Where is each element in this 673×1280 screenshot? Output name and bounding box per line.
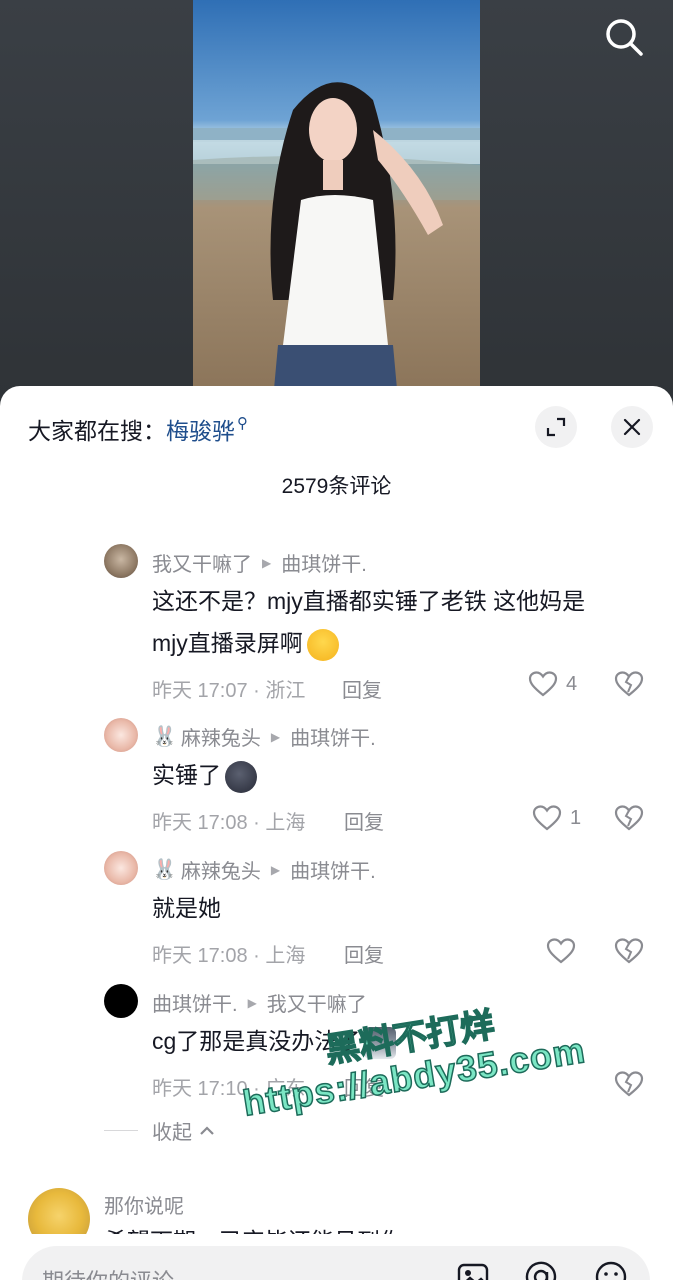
rabbit-emoji-icon: 🐰 [152,859,177,881]
reply-to-name[interactable]: 曲琪饼干. [290,855,376,884]
comment-text-part: mjy直播录屏啊 [152,630,303,656]
broken-heart-icon [614,805,644,831]
time-location: 昨天 17:08 · 上海 [152,945,306,967]
reply-arrow-icon: ▶ [270,862,281,877]
like-count: 4 [566,672,578,695]
grin-emoji-icon [306,628,339,661]
emoji-icon [595,1261,627,1280]
heart-icon [532,805,562,831]
reply-button[interactable]: 回复 [342,674,382,703]
search-icon [606,19,643,56]
mention-button[interactable] [524,1260,558,1280]
emoji-button[interactable] [594,1260,628,1280]
comment-sheet: 大家都在搜： 梅骏骅 ⚲ 2579条评论 我又干嘛了 ▶ 曲琪饼干. 这还不是？… [0,386,673,1280]
comment-input-bar: 期待你的评论 [0,1234,673,1280]
author-name[interactable]: 麻辣兔头 [181,855,261,884]
time-location: 昨天 17:10 · 广东 [152,1078,306,1100]
broken-heart-icon [614,1071,644,1097]
reply-to-name[interactable]: 曲琪饼干. [281,548,367,577]
close-button[interactable] [611,406,653,448]
reply-meta: 我又干嘛了 ▶ 曲琪饼干. [152,548,367,577]
author-name[interactable]: 曲琪饼干. [152,988,238,1017]
like-button[interactable]: 1 [532,804,581,832]
video-image [193,82,480,400]
reply-arrow-icon: ▶ [270,729,281,744]
time-location: 昨天 17:08 · 上海 [152,812,306,834]
avatar[interactable] [104,851,138,885]
reply-button[interactable]: 回复 [344,806,384,835]
expand-button[interactable] [535,406,577,448]
dark-face-emoji-icon [225,760,257,793]
comment-text: 实锤了 [152,754,257,796]
dislike-button[interactable] [614,670,644,703]
video-area[interactable] [0,0,673,400]
reply-to-name[interactable]: 曲琪饼干. [290,722,376,751]
avatar[interactable] [104,984,138,1018]
comment-text: cg了那是真没办法了 [152,1020,397,1062]
broken-heart-icon [614,671,644,697]
image-icon [457,1263,489,1280]
comment-text-line: 这还不是？mjy直播都实锤了老铁 这他妈是 [152,588,586,614]
comment-text-part: 实锤了 [152,762,221,788]
collapse-replies-button[interactable]: 收起 [104,1116,216,1145]
hot-search-prefix: 大家都在搜： [28,418,166,444]
comment-text: 这还不是？mjy直播都实锤了老铁 这他妈是 mjy直播录屏啊 [152,580,585,664]
comment-count: 2579条评论 [281,475,392,498]
author-name[interactable]: 我又干嘛了 [152,548,252,577]
rabbit-emoji-icon: 🐰 [152,726,177,748]
expand-icon [546,417,566,437]
reply-button[interactable]: 回复 [344,1072,384,1101]
like-count: 1 [570,806,582,829]
reply-arrow-icon: ▶ [247,995,257,1010]
at-icon [525,1261,557,1280]
dislike-button[interactable] [614,1070,644,1103]
video-frame[interactable] [193,0,480,400]
close-icon [623,418,641,436]
divider [104,1130,138,1131]
reply-arrow-icon: ▶ [262,555,272,570]
heart-icon [546,938,576,964]
husky-emoji-icon [364,1026,397,1059]
comment-input-placeholder: 期待你的评论 [42,1264,174,1280]
reply-to-name[interactable]: 我又干嘛了 [267,988,367,1017]
reply-meta: 🐰 麻辣兔头 ▶ 曲琪饼干. [152,855,376,884]
search-button[interactable] [603,16,645,58]
chevron-up-icon [200,1125,214,1135]
avatar[interactable] [104,544,138,578]
heart-icon [528,671,558,697]
reply-meta: 🐰 麻辣兔头 ▶ 曲琪饼干. [152,722,376,751]
hot-search-bar[interactable]: 大家都在搜： 梅骏骅 ⚲ [28,412,248,446]
time-location: 昨天 17:07 · 浙江 [152,680,306,702]
comment-text: 就是她 [152,895,221,921]
image-button[interactable] [456,1260,490,1280]
author-name[interactable]: 麻辣兔头 [181,722,261,751]
like-button[interactable] [546,937,576,965]
comment-text-part: cg了那是真没办法了 [152,1028,361,1054]
comment-text-line: mjy直播录屏啊 [152,622,585,664]
broken-heart-icon [614,938,644,964]
hot-search-keyword[interactable]: 梅骏骅 [166,412,235,446]
reply-button[interactable]: 回复 [344,939,384,968]
dislike-button[interactable] [614,804,644,837]
reply-meta: 曲琪饼干. ▶ 我又干嘛了 [152,988,367,1017]
author-name[interactable]: 那你说呢 [104,1190,184,1219]
small-search-icon: ⚲ [237,415,248,432]
avatar[interactable] [104,718,138,752]
collapse-label: 收起 [152,1122,192,1144]
like-button[interactable]: 4 [528,670,577,698]
dislike-button[interactable] [614,937,644,970]
